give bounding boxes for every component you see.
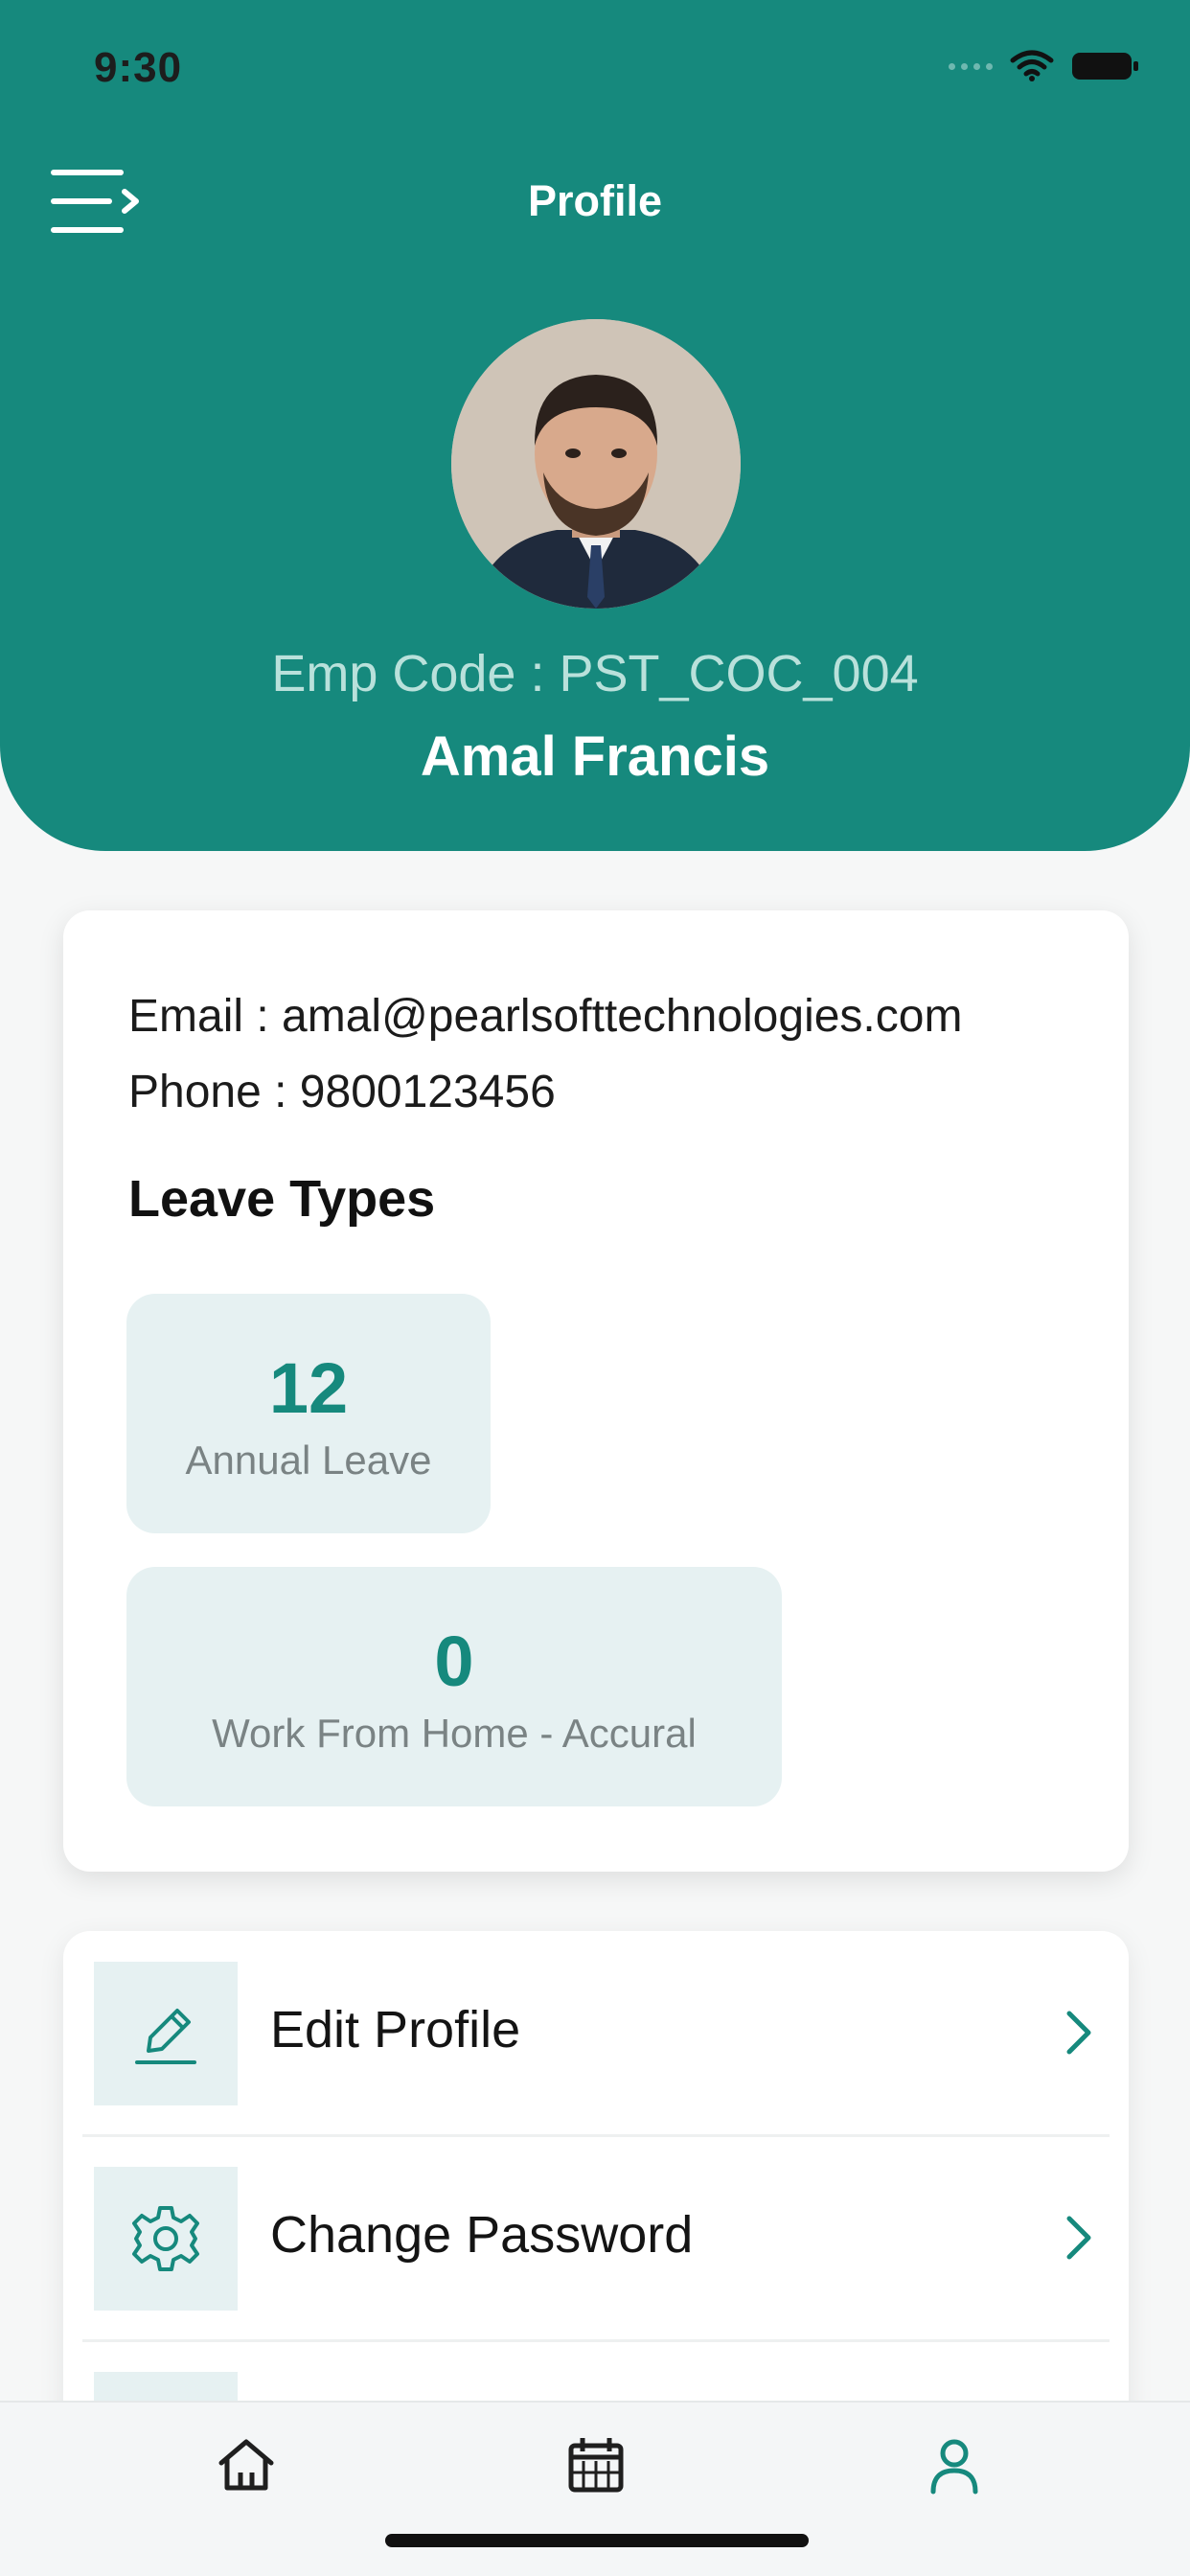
settings-menu-card: Edit Profile Change Password	[63, 1931, 1129, 2468]
leave-label: Annual Leave	[185, 1438, 432, 1483]
gear-icon	[94, 2167, 238, 2311]
chevron-right-icon	[1062, 2008, 1096, 2062]
phone-text: Phone : 9800123456	[128, 1067, 556, 1117]
menu-item-change-password[interactable]: Change Password	[63, 2136, 1129, 2341]
leave-types-title: Leave Types	[128, 1170, 436, 1228]
bottom-tab-bar	[0, 2401, 1190, 2576]
email-text: Email : amal@pearlsofttechnologies.com	[128, 991, 963, 1042]
chevron-right-icon	[1062, 2213, 1096, 2267]
leave-count: 12	[268, 1348, 349, 1428]
cellular-signal-icon	[949, 62, 993, 70]
menu-item-edit-profile[interactable]: Edit Profile	[63, 1931, 1129, 2136]
page-title: Profile	[527, 176, 663, 225]
home-icon[interactable]	[203, 2422, 289, 2508]
status-indicators	[949, 50, 1140, 82]
leave-label: Work From Home - Accural	[212, 1711, 697, 1756]
menu-item-label: Edit Profile	[270, 2001, 521, 2058]
employee-name: Amal Francis	[420, 725, 770, 788]
menu-item-label: Change Password	[270, 2206, 694, 2264]
leave-box-annual[interactable]: 12 Annual Leave	[126, 1294, 491, 1533]
leave-count: 0	[434, 1622, 474, 1701]
status-time: 9:30	[94, 44, 183, 91]
home-indicator	[385, 2534, 809, 2547]
profile-icon[interactable]	[911, 2422, 997, 2508]
pencil-icon	[94, 1962, 238, 2105]
calendar-icon[interactable]	[553, 2422, 639, 2508]
battery-icon	[1071, 51, 1140, 81]
profile-info-card: Email : amal@pearlsofttechnologies.com P…	[63, 910, 1129, 1872]
leave-box-wfh[interactable]: 0 Work From Home - Accural	[126, 1567, 782, 1806]
employee-code: Emp Code : PST_COC_004	[271, 645, 919, 702]
avatar	[451, 319, 741, 609]
wifi-icon	[1010, 50, 1054, 82]
